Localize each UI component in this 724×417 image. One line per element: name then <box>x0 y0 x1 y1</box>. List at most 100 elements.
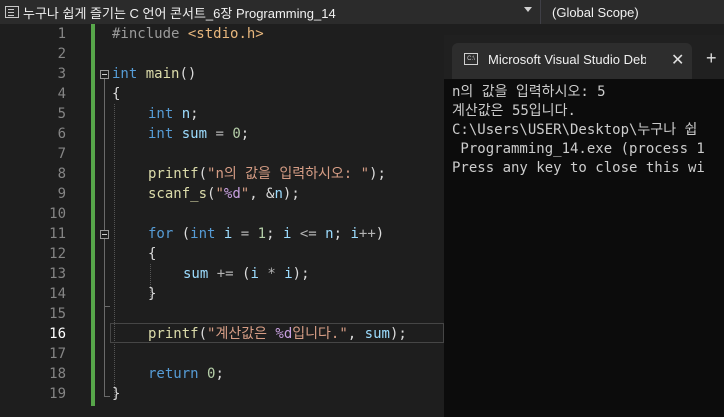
console-output: n의 값을 입력하시오: 5 계산값은 55입니다. C:\Users\USER… <box>452 83 724 178</box>
code-line: for (int i = 1; i <= n; i++) <box>148 224 384 244</box>
line-number: 12 <box>49 246 66 262</box>
project-icon <box>5 6 19 18</box>
token: int <box>190 226 216 242</box>
token: #include <box>112 26 180 42</box>
console-line: Programming_14.exe (process 1 <box>452 141 705 157</box>
console-tab[interactable]: C:\ Microsoft Visual Studio Debug ✕ <box>452 43 692 79</box>
terminal-icon: C:\ <box>464 53 478 65</box>
line-number: 1 <box>57 26 66 42</box>
code-line: #include <stdio.h> <box>112 24 264 44</box>
console-tab-bar: C:\ Microsoft Visual Studio Debug ✕ + <box>444 35 724 79</box>
token: i <box>350 226 359 242</box>
token: ; <box>190 106 199 122</box>
token: ( <box>181 226 191 242</box>
token: scanf_s <box>148 186 208 202</box>
code-line: int main() <box>112 64 196 84</box>
line-number: 9 <box>57 186 66 202</box>
debug-console-window[interactable]: C:\ Microsoft Visual Studio Debug ✕ + n의… <box>444 35 724 417</box>
token: = <box>240 226 250 242</box>
token: printf <box>148 326 199 342</box>
dropdown-divider <box>540 0 541 24</box>
project-dropdown[interactable]: 누구나 쉽게 즐기는 C 언어 콘서트_6장 Programming_14 <box>0 0 538 24</box>
code-line: int sum = 0; <box>148 124 249 144</box>
code-line: { <box>112 84 120 104</box>
console-tab-title: Microsoft Visual Studio Debug <box>488 52 646 67</box>
token: ( <box>198 326 208 342</box>
token: , & <box>249 186 275 202</box>
collapse-icon[interactable] <box>100 230 109 239</box>
console-line: 계산값은 55입니다. <box>452 103 576 119</box>
token: "n의 값을 입력하시오: " <box>207 166 370 182</box>
token: * <box>267 266 276 282</box>
collapse-icon[interactable] <box>100 70 109 79</box>
line-number: 19 <box>49 386 66 402</box>
token: " <box>215 186 224 202</box>
line-number: 3 <box>57 66 66 82</box>
line-number: 18 <box>49 366 66 382</box>
code-line: printf("n의 값을 입력하시오: "); <box>148 164 386 184</box>
token: ; <box>240 126 250 142</box>
token: %d <box>223 186 241 202</box>
token: ; <box>333 226 343 242</box>
token: i <box>250 266 259 282</box>
fold-guide-end <box>104 396 110 397</box>
code-line: printf("계산값은 %d입니다.", sum); <box>148 324 407 344</box>
token: ( <box>198 166 208 182</box>
line-number: 2 <box>57 46 66 62</box>
change-indicator-bar <box>91 24 95 406</box>
line-number: 11 <box>49 226 66 242</box>
code-line: int n; <box>148 104 199 124</box>
token: " <box>240 186 250 202</box>
token: <stdio.h> <box>187 26 264 42</box>
project-label: 누구나 쉽게 즐기는 C 언어 콘서트_6장 Programming_14 <box>23 5 336 21</box>
line-number: 8 <box>57 166 66 182</box>
token: i <box>284 266 293 282</box>
token: ); <box>369 166 386 182</box>
line-number: 14 <box>49 286 66 302</box>
token: } <box>112 386 121 402</box>
token: sum <box>364 326 390 342</box>
token: n <box>181 106 191 122</box>
code-line: scanf_s("%d", &n); <box>148 184 300 204</box>
chevron-down-icon[interactable] <box>524 7 532 12</box>
token: int <box>148 126 174 142</box>
token: i <box>282 226 292 242</box>
token: %d <box>275 326 293 342</box>
token: "계산값은 <box>207 326 276 342</box>
token: int <box>112 66 138 82</box>
token: { <box>148 246 157 262</box>
fold-guide-end <box>104 306 110 307</box>
token: += <box>216 266 234 282</box>
scope-dropdown[interactable]: (Global Scope) <box>552 0 639 24</box>
token: sum <box>181 126 208 142</box>
token: ; <box>266 226 275 242</box>
code-line: sum += (i * i); <box>183 264 310 284</box>
new-tab-button[interactable]: + <box>706 48 717 69</box>
code-line: return 0; <box>148 364 224 384</box>
token: = <box>215 126 224 142</box>
code-line: } <box>148 284 156 304</box>
line-number: 4 <box>57 86 66 102</box>
console-line: C:\Users\USER\Desktop\누구나 쉽 <box>452 122 698 138</box>
line-number: 6 <box>57 126 66 142</box>
token: ); <box>389 326 407 342</box>
close-icon[interactable]: ✕ <box>671 50 684 70</box>
token: <= <box>299 226 317 242</box>
line-number: 10 <box>49 206 66 222</box>
token: } <box>148 286 157 302</box>
token: n <box>274 186 283 202</box>
scope-label: (Global Scope) <box>552 4 639 20</box>
token: () <box>179 66 197 82</box>
token: main <box>145 66 180 82</box>
token: printf <box>148 166 199 182</box>
line-number: 13 <box>49 266 66 282</box>
navigation-bar: 누구나 쉽게 즐기는 C 언어 콘서트_6장 Programming_14 (G… <box>0 0 724 25</box>
token: for <box>148 226 174 242</box>
token: sum <box>183 266 209 282</box>
token: i <box>223 226 233 242</box>
token: , <box>347 326 357 342</box>
console-line: n의 값을 입력하시오: 5 <box>452 84 606 100</box>
token: ) <box>375 226 385 242</box>
line-number: 17 <box>49 346 66 362</box>
code-line: } <box>112 384 120 404</box>
